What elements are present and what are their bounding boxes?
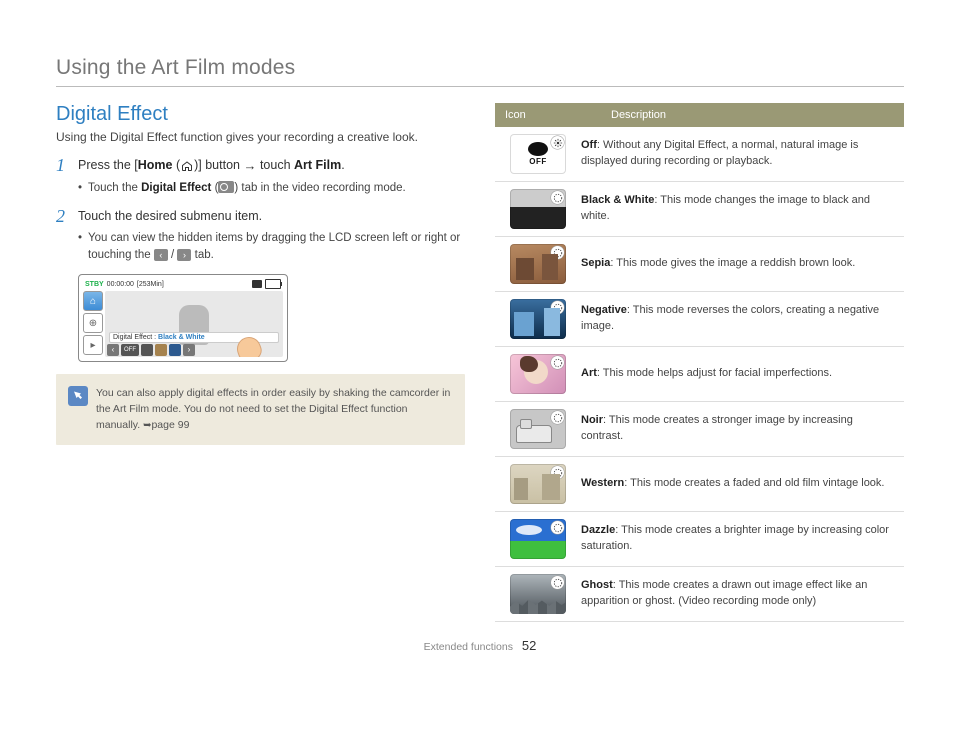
- row-name: Black & White: [581, 194, 654, 206]
- table-row: Negative: This mode reverses the colors,…: [495, 292, 904, 347]
- off-icon: OFF: [510, 134, 566, 174]
- chevron-right-icon: ›: [177, 249, 191, 261]
- chevron-left-icon: ‹: [154, 249, 168, 261]
- row-name: Ghost: [581, 579, 613, 591]
- stby-label: STBY: [85, 281, 104, 288]
- intro-text: Using the Digital Effect function gives …: [56, 130, 465, 144]
- footer-section: Extended functions: [424, 641, 513, 653]
- row-desc: : This mode creates a drawn out image ef…: [581, 579, 867, 607]
- row-name: Noir: [581, 414, 603, 426]
- bar-value: Black & White: [158, 334, 205, 341]
- sepia-icon: [510, 244, 566, 284]
- off-button[interactable]: OFF: [121, 344, 139, 356]
- step1-bullet: Touch the Digital Effect ( ) tab in the v…: [78, 180, 465, 197]
- row-desc: : This mode creates a stronger image by …: [581, 414, 853, 442]
- manual-page: Using the Art Film modes Digital Effect …: [0, 0, 954, 683]
- time-remaining: [253Min]: [137, 281, 164, 288]
- s2b-l2: tab.: [191, 249, 213, 261]
- s2b-sep: /: [168, 249, 178, 261]
- step-1: 1 Press the [Home ( )] button → touch Art…: [56, 156, 465, 176]
- prev-button[interactable]: ‹: [107, 344, 119, 356]
- dazzle-icon: [510, 519, 566, 559]
- table-row: Dazzle: This mode creates a brighter ima…: [495, 512, 904, 567]
- row-name: Art: [581, 367, 597, 379]
- table-row: Black & White: This mode changes the ima…: [495, 182, 904, 237]
- thumb[interactable]: [141, 344, 153, 356]
- s2b-l1: You can view the hidden items by draggin…: [88, 232, 460, 261]
- left-column: Digital Effect Using the Digital Effect …: [56, 103, 465, 622]
- row-name: Off: [581, 139, 597, 151]
- row-desc: : This mode helps adjust for facial impe…: [597, 367, 832, 379]
- home-icon[interactable]: ⌂: [83, 291, 103, 311]
- ghost-icon: [510, 574, 566, 614]
- noir-icon: [510, 409, 566, 449]
- thumb[interactable]: [155, 344, 167, 356]
- row-desc: : This mode creates a faded and old film…: [624, 477, 884, 489]
- section-title: Digital Effect: [56, 103, 465, 126]
- thumb[interactable]: [169, 344, 181, 356]
- page-footer: Extended functions 52: [56, 638, 904, 653]
- row-name: Sepia: [581, 257, 610, 269]
- step1-posticon: )] button: [194, 158, 243, 172]
- artfilm-label: Art Film: [294, 158, 341, 172]
- bar-label: Digital Effect :: [113, 334, 158, 341]
- step1-pre: Press the [: [78, 158, 138, 172]
- row-name: Western: [581, 477, 624, 489]
- table-row: Sepia: This mode gives the image a reddi…: [495, 237, 904, 292]
- timecode: 00:00:00: [107, 281, 134, 288]
- lcd-screenshot: STBY 00:00:00 [253Min] ⌂ ⊕ ▸: [78, 274, 288, 362]
- zoom-icon[interactable]: ⊕: [83, 313, 103, 333]
- tip-page-ref: page 99: [151, 419, 189, 431]
- table-row: OFF Off: Without any Digital Effect, a n…: [495, 127, 904, 182]
- arrow-icon: →: [243, 158, 256, 173]
- step-2: 2 Touch the desired submenu item.: [56, 207, 465, 226]
- s1b-mid: (: [211, 182, 218, 194]
- table-header: Icon Description: [495, 103, 904, 127]
- home-icon: [180, 160, 194, 172]
- page-number: 52: [522, 638, 536, 653]
- battery-icon: [265, 279, 281, 289]
- table-row: Art: This mode helps adjust for facial i…: [495, 347, 904, 402]
- table-row: Noir: This mode creates a stronger image…: [495, 402, 904, 457]
- camera-icon: [252, 280, 262, 288]
- row-name: Dazzle: [581, 524, 615, 536]
- right-column: Icon Description OFF Off: Without any Di…: [495, 103, 904, 622]
- s1b-bold: Digital Effect: [141, 182, 211, 194]
- s1b-pre: Touch the: [88, 182, 141, 194]
- next-button[interactable]: ›: [183, 344, 195, 356]
- th-icon: Icon: [495, 103, 601, 127]
- step-number: 2: [56, 207, 70, 225]
- table-row: Western: This mode creates a faded and o…: [495, 457, 904, 512]
- step-number: 1: [56, 156, 70, 174]
- step1-mid: (: [172, 158, 180, 172]
- s1b-post: ) tab in the video recording mode.: [234, 182, 405, 194]
- digital-effect-icon: [218, 181, 234, 193]
- western-icon: [510, 464, 566, 504]
- row-desc: : Without any Digital Effect, a normal, …: [581, 139, 858, 167]
- art-icon: [510, 354, 566, 394]
- note-icon: [68, 386, 88, 406]
- row-desc: : This mode creates a brighter image by …: [581, 524, 889, 552]
- home-label: Home: [138, 158, 173, 172]
- step1-touch: touch: [256, 158, 294, 172]
- bw-icon: [510, 189, 566, 229]
- negative-icon: [510, 299, 566, 339]
- row-name: Negative: [581, 304, 627, 316]
- th-desc: Description: [601, 103, 904, 127]
- step2-bullet: You can view the hidden items by draggin…: [78, 230, 465, 265]
- row-desc: : This mode gives the image a reddish br…: [610, 257, 855, 269]
- play-icon[interactable]: ▸: [83, 335, 103, 355]
- step1-end: .: [341, 158, 344, 172]
- step2-text: Touch the desired submenu item.: [78, 207, 465, 226]
- page-title: Using the Art Film modes: [56, 56, 904, 87]
- table-row: Ghost: This mode creates a drawn out ima…: [495, 567, 904, 622]
- tip-box: You can also apply digital effects in or…: [56, 374, 465, 445]
